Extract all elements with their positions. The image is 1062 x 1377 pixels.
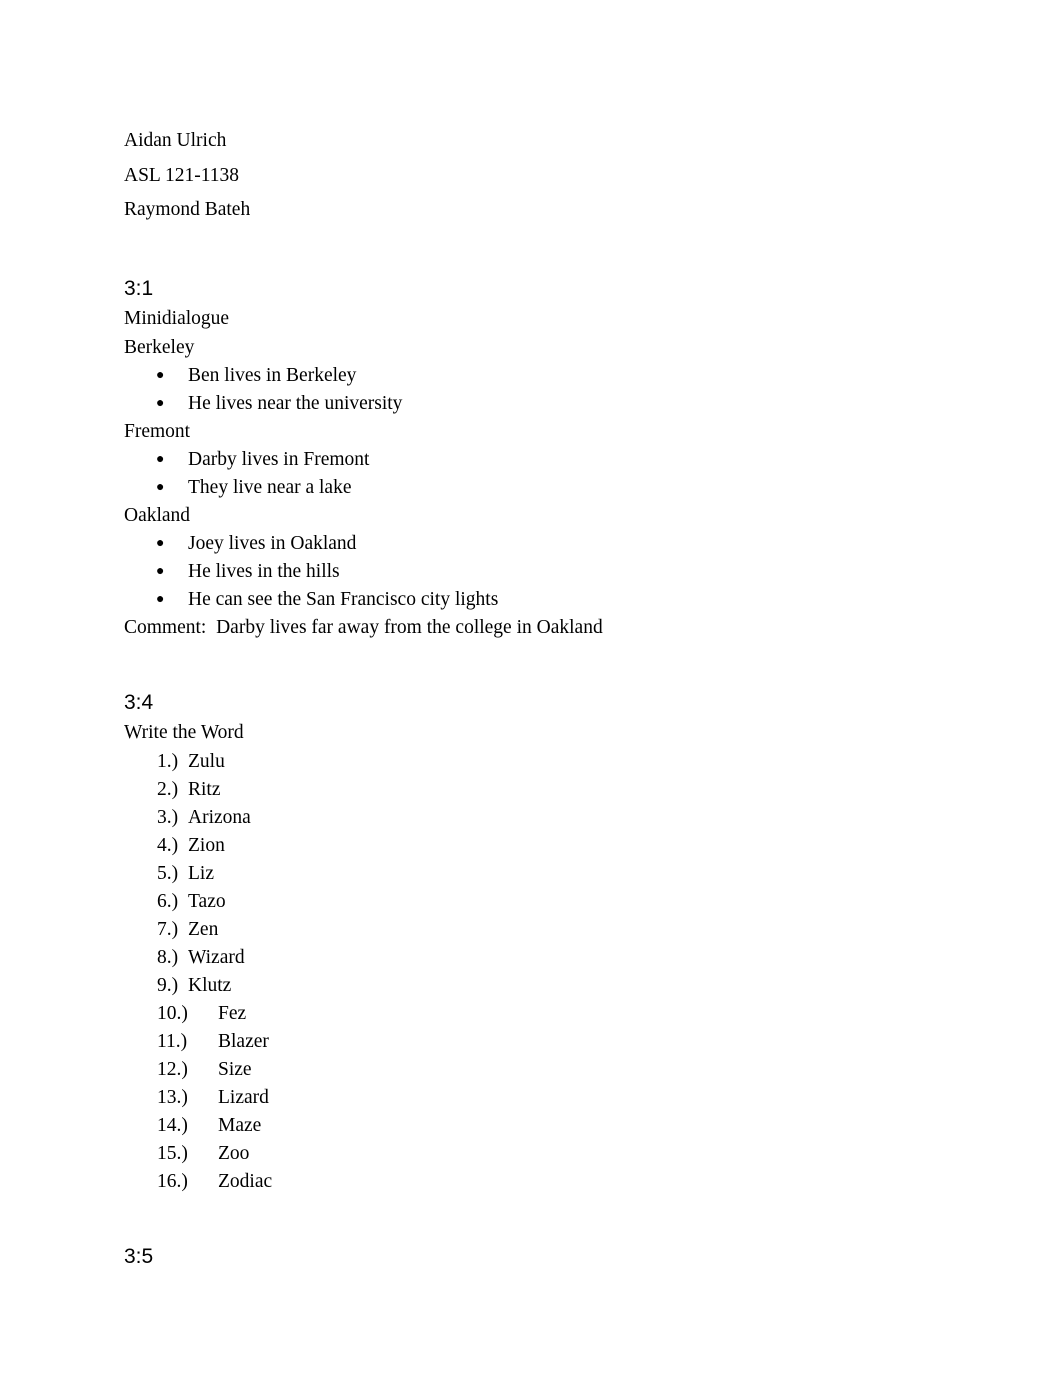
list-item-marker: 11.) xyxy=(157,1030,188,1052)
list-item-text: Darby lives in Fremont xyxy=(188,448,370,470)
list-item: 14.) Maze xyxy=(124,1112,938,1140)
list-item-text: Arizona xyxy=(188,806,251,828)
bullet-list-oakland: ● Joey lives in Oakland ● He lives in th… xyxy=(124,530,938,614)
list-item: 2.) Ritz xyxy=(124,776,938,804)
list-item: 11.) Blazer xyxy=(124,1028,938,1056)
list-item: 7.) Zen xyxy=(124,916,938,944)
section-heading-3-4: 3:4 xyxy=(124,690,154,714)
list-item-text: Lizard xyxy=(218,1086,269,1108)
list-item-text: Size xyxy=(218,1058,252,1080)
group-label-fremont: Fremont xyxy=(124,420,191,442)
bullet-icon: ● xyxy=(156,367,165,383)
list-item-text: He lives near the university xyxy=(188,392,403,414)
list-item-text: Maze xyxy=(218,1114,262,1136)
list-item: ● Joey lives in Oakland xyxy=(124,530,938,558)
list-item: 3.) Arizona xyxy=(124,804,938,832)
list-item-text: Wizard xyxy=(188,946,245,968)
list-item-text: Zodiac xyxy=(218,1170,273,1192)
list-item-text: Zen xyxy=(188,918,219,940)
list-item: 16.) Zodiac xyxy=(124,1168,938,1196)
list-item: 8.) Wizard xyxy=(124,944,938,972)
group-label-oakland: Oakland xyxy=(124,504,191,526)
section-3-5: 3:5 xyxy=(124,1242,938,1272)
list-item: ● He lives in the hills xyxy=(124,558,938,586)
section-heading-3-5: 3:5 xyxy=(124,1244,154,1268)
list-item-text: Ben lives in Berkeley xyxy=(188,364,357,386)
list-item-marker: 9.) xyxy=(157,974,179,996)
bullet-icon: ● xyxy=(156,563,165,579)
list-item: ● He can see the San Francisco city ligh… xyxy=(124,586,938,614)
list-item-marker: 12.) xyxy=(157,1058,188,1080)
list-item-marker: 2.) xyxy=(157,778,179,800)
list-item-marker: 10.) xyxy=(157,1002,188,1024)
list-item-marker: 4.) xyxy=(157,834,179,856)
list-item-text: Joey lives in Oakland xyxy=(188,532,357,554)
section-subtitle-write-the-word: Write the Word xyxy=(124,721,244,743)
section-subtitle-minidialogue: Minidialogue xyxy=(124,307,230,329)
bullet-icon: ● xyxy=(156,535,165,551)
list-item-marker: 7.) xyxy=(157,918,179,940)
group-label-berkeley: Berkeley xyxy=(124,336,195,358)
comment-text: Darby lives far away from the college in… xyxy=(216,616,603,638)
list-item: 13.) Lizard xyxy=(124,1084,938,1112)
list-item-text: Tazo xyxy=(188,890,226,912)
student-name: Aidan Ulrich xyxy=(124,130,227,151)
list-item-marker: 8.) xyxy=(157,946,179,968)
instructor-name: Raymond Bateh xyxy=(124,199,251,220)
list-item: 9.) Klutz xyxy=(124,972,938,1000)
course-code: ASL 121-1138 xyxy=(124,164,240,186)
list-item-marker: 6.) xyxy=(157,890,179,912)
list-item-text: Zulu xyxy=(188,750,225,772)
list-item: ● They live near a lake xyxy=(124,474,938,502)
list-item: 15.) Zoo xyxy=(124,1140,938,1168)
bullet-icon: ● xyxy=(156,591,165,607)
bullet-icon: ● xyxy=(156,395,165,411)
list-item-text: Blazer xyxy=(218,1030,269,1052)
list-item-marker: 13.) xyxy=(157,1086,188,1108)
comment-line: Comment: Darby lives far away from the c… xyxy=(124,614,938,642)
list-item: 4.) Zion xyxy=(124,832,938,860)
list-item-text: Fez xyxy=(218,1002,247,1024)
list-item-marker: 3.) xyxy=(157,806,179,828)
bullet-icon: ● xyxy=(156,479,165,495)
list-item-marker: 16.) xyxy=(157,1170,188,1192)
section-gap-2 xyxy=(124,1196,938,1242)
numbered-list-write-the-word: 1.) Zulu 2.) Ritz 3.) Arizona 4.) Zion 5… xyxy=(124,748,938,1196)
bullet-list-berkeley: ● Ben lives in Berkeley ● He lives near … xyxy=(124,362,938,418)
list-item-marker: 15.) xyxy=(157,1142,188,1164)
list-item: 5.) Liz xyxy=(124,860,938,888)
list-item-text: Zion xyxy=(188,834,225,856)
section-3-4: 3:4 Write the Word 1.) Zulu 2.) Ritz 3.)… xyxy=(124,688,938,1196)
list-item: ● Darby lives in Fremont xyxy=(124,446,938,474)
section-gap-1 xyxy=(124,642,938,688)
list-item: ● He lives near the university xyxy=(124,390,938,418)
list-item-marker: 1.) xyxy=(157,750,179,772)
list-item: 12.) Size xyxy=(124,1056,938,1084)
document-page: Aidan Ulrich ASL 121-1138 Raymond Bateh … xyxy=(0,0,1062,1377)
comment-label: Comment: xyxy=(124,616,207,638)
list-item-text: Zoo xyxy=(218,1142,250,1164)
list-item: 1.) Zulu xyxy=(124,748,938,776)
list-item-text: Liz xyxy=(188,862,214,884)
list-item-marker: 5.) xyxy=(157,862,179,884)
document-body: Aidan Ulrich ASL 121-1138 Raymond Bateh … xyxy=(124,124,938,1272)
list-item: 6.) Tazo xyxy=(124,888,938,916)
bullet-icon: ● xyxy=(156,451,165,467)
list-item: 10.) Fez xyxy=(124,1000,938,1028)
document-header-block: Aidan Ulrich ASL 121-1138 Raymond Bateh xyxy=(124,124,938,228)
list-item-marker: 14.) xyxy=(157,1114,188,1136)
list-item-text: Ritz xyxy=(188,778,221,800)
header-section-gap xyxy=(124,228,938,274)
section-heading-3-1: 3:1 xyxy=(124,276,154,300)
section-3-1: 3:1 Minidialogue Berkeley ● Ben lives in… xyxy=(124,274,938,642)
list-item-text: He can see the San Francisco city lights xyxy=(188,588,499,610)
list-item-text: He lives in the hills xyxy=(188,560,340,582)
bullet-list-fremont: ● Darby lives in Fremont ● They live nea… xyxy=(124,446,938,502)
list-item-text: Klutz xyxy=(188,974,232,996)
list-item: ● Ben lives in Berkeley xyxy=(124,362,938,390)
list-item-text: They live near a lake xyxy=(188,476,352,498)
